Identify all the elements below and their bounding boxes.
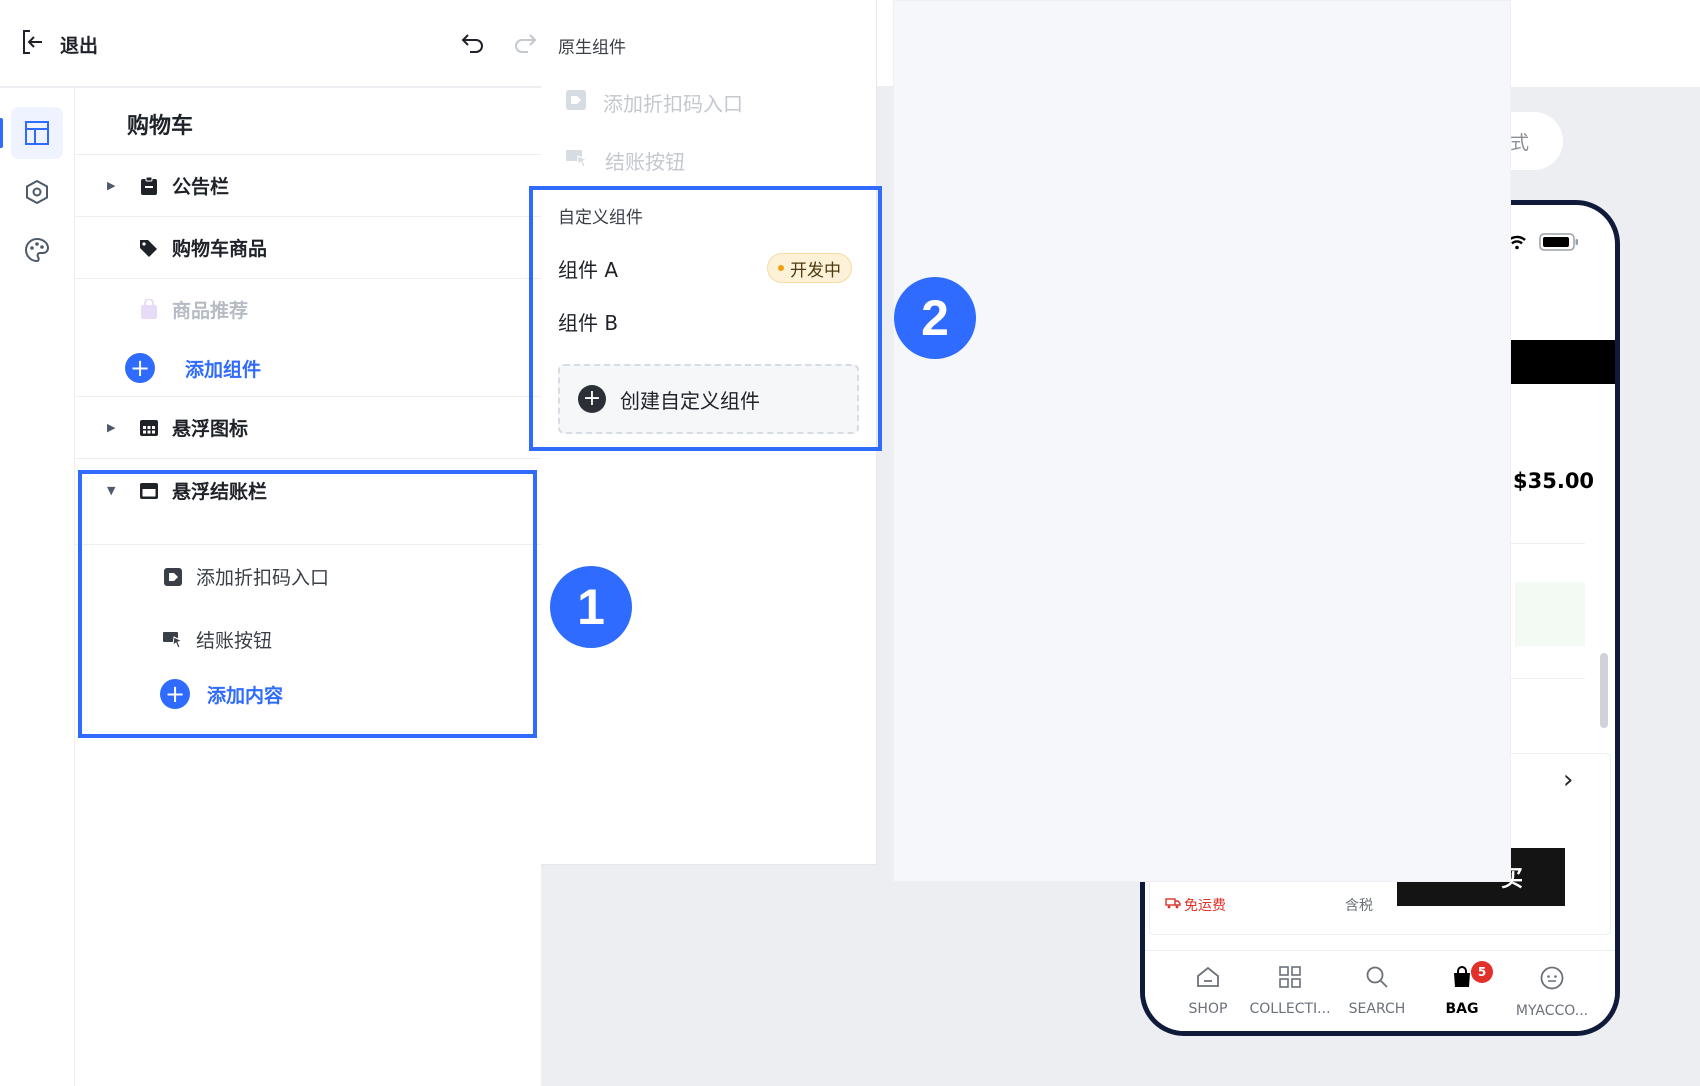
tree-item-label: 购物车商品 — [172, 238, 268, 260]
exit-button[interactable]: 退出 — [20, 26, 98, 62]
empty-preview-area — [893, 0, 1511, 882]
tree-item-label: 公告栏 — [172, 176, 230, 198]
tab-label: BAG — [1445, 1001, 1479, 1017]
free-shipping-text: 免运费 — [1184, 898, 1226, 914]
tab-label: SEARCH — [1348, 1001, 1406, 1017]
grid-icon — [1278, 965, 1302, 993]
tree-item-label: 商品推荐 — [172, 300, 249, 322]
tree-item-floating-icon[interactable]: ▶ 悬浮图标 — [75, 396, 541, 458]
tab-collections[interactable]: COLLECTI... — [1245, 965, 1335, 1017]
layout-icon[interactable] — [11, 107, 63, 159]
undo-icon[interactable] — [458, 28, 488, 58]
chevron-right-icon[interactable]: › — [1563, 765, 1573, 795]
annotation-badge-1: 1 — [550, 566, 632, 648]
add-component-button[interactable]: + 添加组件 — [75, 340, 541, 396]
cursor-click-icon — [565, 147, 589, 174]
home-icon — [1195, 965, 1221, 993]
caret-right-icon[interactable]: ▶ — [107, 421, 115, 434]
tree-item-product-recommend[interactable]: 商品推荐 — [75, 278, 541, 340]
promo-box — [1515, 582, 1585, 646]
tab-shop[interactable]: SHOP — [1163, 965, 1253, 1017]
cart-price: $35.00 — [1513, 469, 1595, 493]
tags-icon — [138, 237, 160, 259]
icon-rail — [0, 88, 75, 1086]
exit-icon — [20, 28, 46, 60]
truck-icon — [1165, 897, 1181, 913]
tab-bag[interactable]: 5 BAG — [1417, 961, 1507, 1017]
free-shipping-label: 免运费 — [1165, 895, 1226, 915]
native-item-label: 添加折扣码入口 — [603, 92, 743, 116]
redo-icon[interactable] — [510, 28, 540, 58]
search-icon — [1365, 965, 1389, 993]
status-bar — [1507, 233, 1579, 255]
highlight-box-1 — [78, 470, 537, 738]
plus-circle-icon: + — [125, 353, 155, 383]
native-item-label: 结账按钮 — [605, 150, 685, 174]
tab-my-account[interactable]: MYACCO... — [1507, 965, 1597, 1019]
tab-label: MYACCO... — [1515, 1003, 1589, 1019]
clipboard-icon — [138, 175, 160, 197]
highlight-box-2 — [529, 186, 882, 451]
tree-item-announcement-bar[interactable]: ▶ 公告栏 — [75, 154, 541, 216]
settings-icon[interactable] — [11, 166, 63, 218]
shopping-bag-icon — [138, 298, 160, 321]
rail-active-indicator — [0, 118, 3, 148]
page-title: 购物车 — [127, 114, 194, 139]
bottom-tab-bar: SHOP COLLECTI... SEARCH 5 BAG MYACCO... — [1145, 950, 1615, 1031]
native-item-checkout-button[interactable]: 结账按钮 — [565, 146, 685, 175]
battery-icon — [1539, 233, 1579, 255]
tax-label: 含税 — [1345, 898, 1373, 914]
discount-tag-icon — [565, 89, 587, 116]
add-component-label: 添加组件 — [185, 358, 262, 381]
tree-item-label: 悬浮图标 — [172, 418, 249, 440]
tree-item-cart-products[interactable]: 购物车商品 — [75, 216, 541, 278]
palette-icon[interactable] — [11, 224, 63, 276]
scrollbar-thumb[interactable] — [1600, 653, 1608, 728]
bag-count-badge: 5 — [1471, 961, 1493, 983]
exit-label: 退出 — [60, 34, 99, 57]
account-icon — [1539, 965, 1565, 995]
native-components-heading: 原生组件 — [558, 38, 626, 58]
caret-right-icon[interactable]: ▶ — [107, 179, 115, 192]
grid-block-icon — [138, 417, 160, 439]
style-pill-label: 式 — [1510, 131, 1530, 154]
canvas-top-bar — [1511, 0, 1700, 87]
annotation-badge-2: 2 — [894, 277, 976, 359]
tab-search[interactable]: SEARCH — [1332, 965, 1422, 1017]
native-item-discount-entry[interactable]: 添加折扣码入口 — [565, 88, 743, 117]
tab-label: SHOP — [1188, 1001, 1228, 1017]
tab-label: COLLECTI... — [1249, 1001, 1331, 1017]
